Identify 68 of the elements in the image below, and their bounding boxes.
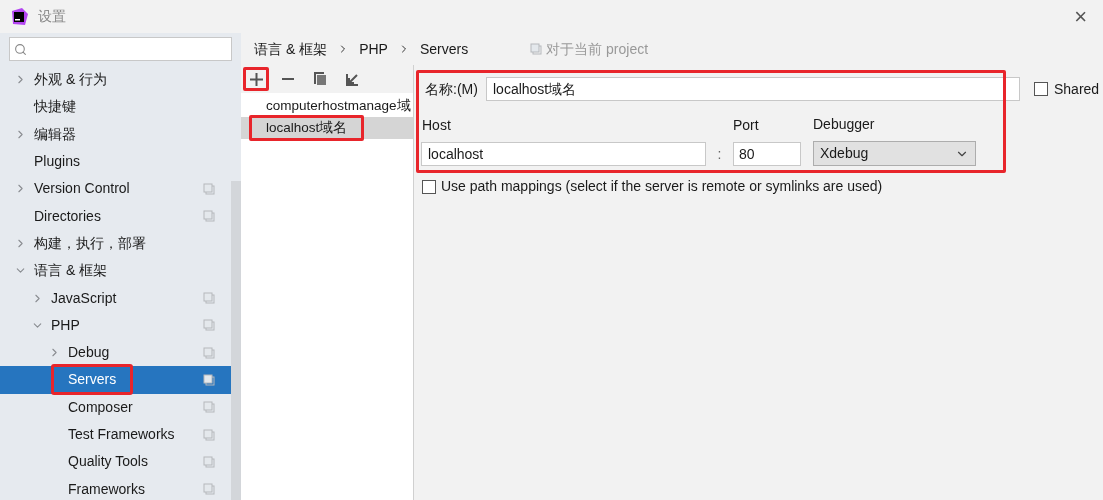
sidebar-item[interactable]: Frameworks [0,475,231,500]
item-label: 语言 & 框架 [33,261,109,281]
sidebar-item[interactable]: JavaScript [0,284,231,312]
scope-note: 对于当前 project [546,39,649,59]
item-label: Version Control [33,179,131,199]
item-label: 构建，执行，部署 [33,233,147,253]
server-item[interactable]: computerhostmanage域 [241,95,413,117]
app-logo-icon [10,7,28,26]
checkbox[interactable] [1034,82,1048,96]
copy-icon [530,43,543,55]
sidebar-item[interactable]: Version Control [0,175,231,203]
search-icon [14,42,27,56]
field-label: 名称:(M) [425,79,479,99]
sidebar-item[interactable]: Directories [0,202,231,230]
port-field[interactable]: 80 [733,142,801,166]
item-label: Composer [67,397,134,417]
item-label: Debug [67,343,111,363]
item-label: Test Frameworks [67,425,176,444]
sidebar-item[interactable]: Quality Tools [0,448,231,476]
breadcrumb-item: PHP [359,39,388,59]
item-label: Servers [51,364,134,396]
checkbox[interactable] [422,179,436,194]
checkbox-label: Shared [1054,79,1100,99]
copy-icon [313,72,327,86]
server-item[interactable]: localhost域名 [241,117,413,139]
sidebar-item[interactable]: Composer [0,393,231,421]
debugger-dropdown[interactable]: Xdebug [813,141,976,166]
server-label: localhost域名 [249,114,365,142]
item-label: Plugins [33,152,81,172]
field-label: Debugger [813,115,876,134]
field-label: Host [422,116,452,135]
sidebar-item[interactable]: Test Frameworks [0,420,231,449]
field-value: localhost域名 [493,79,577,99]
breadcrumb-item: 语言 & 框架 [254,39,328,59]
add-button[interactable] [243,67,269,91]
name-field[interactable]: localhost域名 [486,77,1020,101]
sidebar-item[interactable]: Plugins [0,147,231,176]
item-label: 快捷键 [32,97,77,117]
sidebar-item[interactable]: 快捷键 [0,93,231,121]
sidebar-item[interactable]: 语言 & 框架 [0,257,231,285]
checkbox-label: Use path mappings (select if the server is remote or symlinks are used) [441,177,883,196]
minus-icon [282,78,294,80]
sidebar-item[interactable]: 编辑器 [0,120,231,148]
plus-icon [249,72,263,86]
sidebar-item[interactable]: Servers [0,366,231,394]
scrollbar[interactable] [231,181,241,500]
field-value: localhost [428,144,484,164]
item-label: Directories [33,206,102,226]
separator-text: : [716,145,723,164]
sidebar-item[interactable]: PHP [0,311,231,339]
item-label: 编辑器 [33,124,77,144]
host-field[interactable]: localhost [421,142,706,166]
search-field[interactable] [9,37,232,61]
item-label: PHP [50,315,81,335]
close-button[interactable]: × [1074,5,1087,28]
window-title: 设置 [38,7,66,26]
item-label: Quality Tools [67,452,149,472]
sidebar-item[interactable]: 构建，执行，部署 [0,229,231,258]
field-value: 80 [739,144,755,164]
breadcrumb-item: Servers [419,39,469,59]
server-label: computerhostmanage域 [265,96,412,115]
field-label: Port [733,116,760,135]
arrow-down-left-icon [345,72,359,86]
item-label: JavaScript [50,288,118,308]
item-label: 外观 & 行为 [33,70,109,90]
sidebar-item[interactable]: 外观 & 行为 [0,66,231,94]
item-label: Frameworks [67,479,146,499]
sidebar-item[interactable]: Debug [0,338,231,367]
